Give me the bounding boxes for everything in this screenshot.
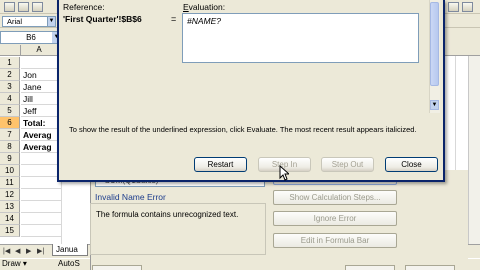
cell-a[interactable]: Total: xyxy=(21,117,61,129)
cell-a[interactable] xyxy=(21,177,61,189)
step-out-button[interactable]: Step Out xyxy=(321,157,374,172)
ignore-error-button[interactable]: Ignore Error xyxy=(273,211,397,226)
cell-a[interactable]: Jon xyxy=(21,69,61,81)
save-icon[interactable] xyxy=(32,2,43,12)
row-header[interactable]: 3 xyxy=(0,81,20,93)
next-sheet-icon[interactable]: ▶ xyxy=(26,247,31,255)
mouse-pointer-icon xyxy=(279,165,289,181)
cell-a[interactable]: Jane xyxy=(21,81,61,93)
font-name-box[interactable]: Arial xyxy=(2,16,48,27)
row-header[interactable]: 12 xyxy=(0,189,20,201)
edit-in-formula-bar-button[interactable]: Edit in Formula Bar xyxy=(273,233,397,248)
first-sheet-icon[interactable]: |◀ xyxy=(3,247,10,255)
row-header[interactable]: 9 xyxy=(0,153,20,165)
cell-a[interactable] xyxy=(21,225,61,237)
drawing-icon[interactable] xyxy=(462,2,473,12)
next-button[interactable] xyxy=(405,265,455,270)
name-box-value: B6 xyxy=(26,33,36,42)
vertical-scrollbar[interactable] xyxy=(468,56,480,244)
row-header[interactable]: 11 xyxy=(0,177,20,189)
row-header[interactable]: 13 xyxy=(0,201,20,213)
show-calculation-steps-button[interactable]: Show Calculation Steps... xyxy=(273,190,397,205)
row-header[interactable]: 6 xyxy=(0,117,20,129)
row-header[interactable]: 8 xyxy=(0,141,20,153)
previous-button[interactable] xyxy=(345,265,395,270)
row-header[interactable]: 14 xyxy=(0,213,20,225)
row-header[interactable]: 1 xyxy=(0,57,20,69)
draw-menu-button[interactable]: Draw ▾ xyxy=(2,259,27,269)
cell-a[interactable] xyxy=(21,213,61,225)
row-header[interactable]: 10 xyxy=(0,165,20,177)
row-header[interactable]: 4 xyxy=(0,93,20,105)
prev-sheet-icon[interactable]: ◀ xyxy=(15,247,20,255)
close-button[interactable]: Close xyxy=(385,157,438,172)
row-header[interactable]: 7 xyxy=(0,129,20,141)
scroll-down-icon[interactable]: ▼ xyxy=(430,100,439,110)
chart-icon[interactable] xyxy=(448,2,459,12)
open-icon[interactable] xyxy=(18,2,29,12)
last-sheet-icon[interactable]: ▶| xyxy=(37,247,44,255)
row-header[interactable]: 5 xyxy=(0,105,20,117)
evaluation-label-rest: valuation: xyxy=(188,2,226,12)
cell-a[interactable]: Averag xyxy=(21,141,61,153)
chevron-down-icon[interactable]: ▼ xyxy=(47,16,56,27)
evaluation-value: #NAME? xyxy=(187,16,222,26)
options-button[interactable] xyxy=(92,265,142,270)
reference-value: 'First Quarter'!$B$6 xyxy=(63,14,142,24)
cell-a[interactable] xyxy=(21,189,61,201)
new-icon[interactable] xyxy=(4,2,15,12)
cell-a[interactable] xyxy=(21,165,61,177)
error-message: The formula contains unrecognized text. xyxy=(96,210,239,219)
row-header[interactable]: 2 xyxy=(0,69,20,81)
column-header-a[interactable]: A xyxy=(20,45,58,56)
evaluation-label: Evaluation: xyxy=(183,2,225,12)
sheet-tab[interactable]: Janua xyxy=(52,244,88,256)
reference-label: Reference: xyxy=(63,2,105,12)
cell-a[interactable]: Jeff xyxy=(21,105,61,117)
restart-button[interactable]: Restart xyxy=(194,157,247,172)
error-title: Invalid Name Error xyxy=(95,192,166,202)
cell-a[interactable] xyxy=(21,201,61,213)
cell-a[interactable] xyxy=(21,153,61,165)
autoshapes-button[interactable]: AutoS xyxy=(58,259,80,269)
cell-a[interactable]: Jill xyxy=(21,93,61,105)
cell-a[interactable] xyxy=(21,57,61,69)
row-header[interactable]: 15 xyxy=(0,225,20,237)
scrollbar-thumb[interactable] xyxy=(430,2,439,86)
cell-a[interactable]: Averag xyxy=(21,129,61,141)
evaluate-hint: To show the result of the underlined exp… xyxy=(69,125,417,134)
equals-sign: = xyxy=(171,14,177,24)
